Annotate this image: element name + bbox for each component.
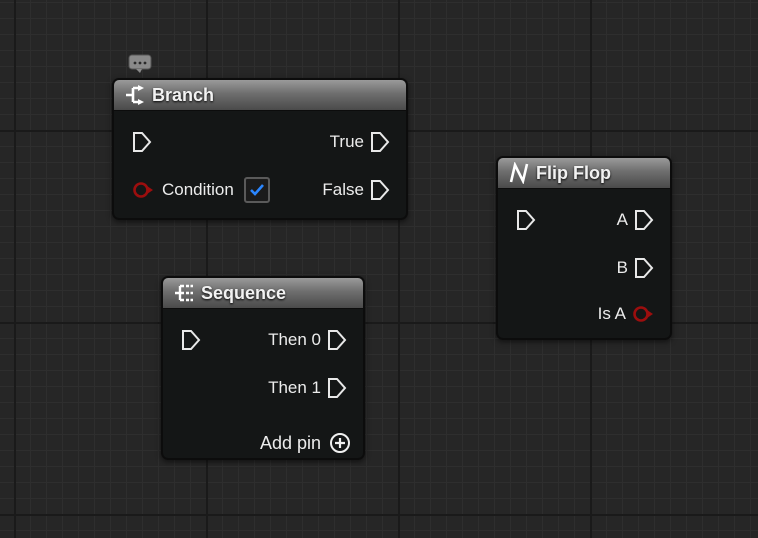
branch-false-label: False bbox=[322, 180, 364, 199]
branch-true-pin[interactable] bbox=[370, 131, 390, 153]
branch-true-output: True bbox=[330, 131, 390, 153]
branch-exec-in-pin[interactable] bbox=[132, 131, 152, 153]
flipflop-is-a-label: Is A bbox=[597, 304, 626, 323]
comment-bubble-icon[interactable] bbox=[128, 54, 152, 74]
branch-true-label: True bbox=[329, 132, 364, 151]
flipflop-b-pin[interactable] bbox=[634, 257, 654, 279]
branch-title: Branch bbox=[152, 84, 215, 105]
branch-node[interactable]: Branch True Condition False bbox=[112, 78, 408, 220]
sequence-then0-label: Then 0 bbox=[268, 330, 321, 349]
sequence-node-header[interactable]: Sequence bbox=[163, 278, 363, 309]
sequence-icon bbox=[175, 284, 193, 302]
branch-false-output: False bbox=[322, 179, 390, 201]
sequence-add-pin-label: Add pin bbox=[259, 432, 321, 453]
branch-condition-checkbox[interactable] bbox=[243, 177, 270, 203]
sequence-exec-in-pin[interactable] bbox=[181, 329, 201, 351]
sequence-title: Sequence bbox=[201, 282, 287, 303]
sequence-then0-pin[interactable] bbox=[327, 329, 347, 351]
branch-node-header[interactable]: Branch bbox=[114, 80, 406, 111]
flipflop-node[interactable]: Flip Flop A B Is A bbox=[496, 156, 672, 340]
flipflop-b-output: B bbox=[617, 257, 654, 279]
sequence-then0-output: Then 0 bbox=[268, 329, 347, 351]
sequence-then1-output: Then 1 bbox=[268, 377, 347, 399]
branch-condition-label: Condition bbox=[162, 180, 234, 199]
flipflop-title: Flip Flop bbox=[536, 162, 611, 183]
flipflop-a-output: A bbox=[617, 209, 654, 231]
add-circle-icon bbox=[330, 433, 350, 453]
sequence-then1-pin[interactable] bbox=[327, 377, 347, 399]
sequence-then1-label: Then 1 bbox=[268, 378, 321, 397]
flipflop-a-label: A bbox=[616, 210, 628, 229]
branch-icon bbox=[126, 85, 144, 105]
flipflop-a-pin[interactable] bbox=[634, 209, 654, 231]
sequence-add-pin-button[interactable]: Add pin bbox=[260, 432, 351, 454]
flipflop-is-a-output: Is A bbox=[598, 304, 654, 324]
branch-condition-input: Condition bbox=[132, 177, 270, 203]
flipflop-icon bbox=[509, 162, 529, 184]
checkmark-icon bbox=[249, 184, 264, 196]
branch-false-pin[interactable] bbox=[370, 179, 390, 201]
branch-condition-pin[interactable] bbox=[132, 181, 154, 199]
flipflop-is-a-pin[interactable] bbox=[632, 305, 654, 323]
flipflop-b-label: B bbox=[616, 258, 628, 277]
sequence-node[interactable]: Sequence Then 0 Then 1 Add pin bbox=[161, 276, 365, 460]
flipflop-exec-in-pin[interactable] bbox=[516, 209, 536, 231]
flipflop-node-header[interactable]: Flip Flop bbox=[498, 158, 670, 189]
